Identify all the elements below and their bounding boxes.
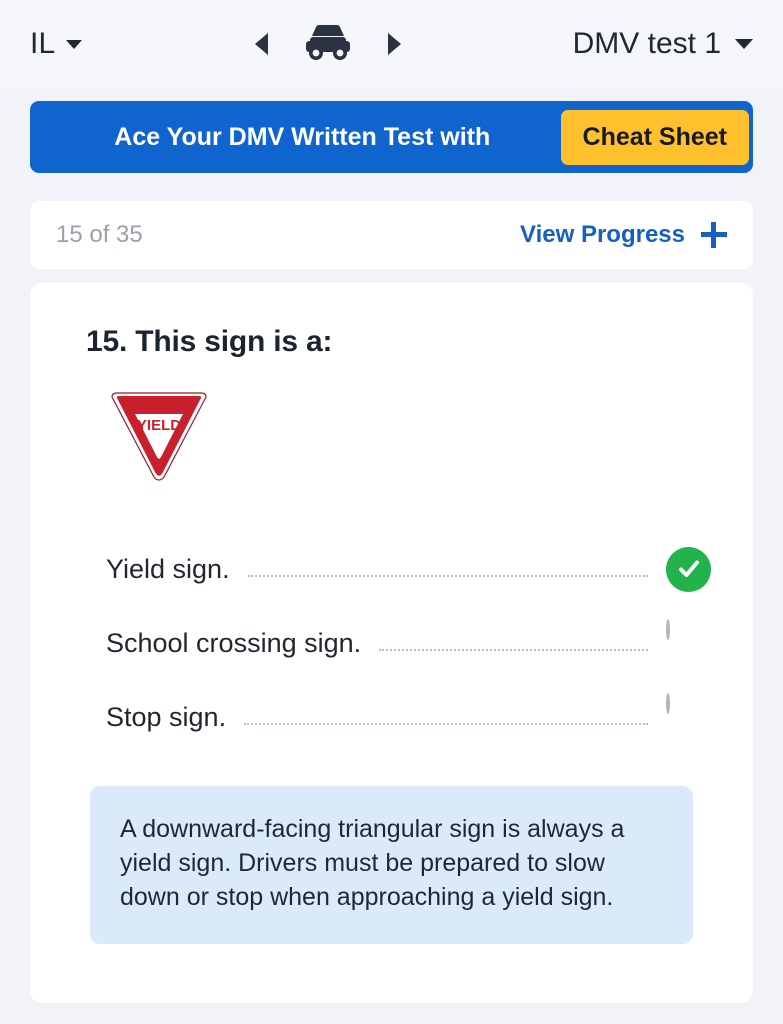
question-title: 15. This sign is a:: [86, 325, 333, 358]
test-selector[interactable]: DMV test 1: [573, 27, 753, 61]
answer-option-1[interactable]: Yield sign.: [106, 532, 711, 606]
arrow-left-icon[interactable]: [254, 33, 268, 55]
leader-line: [244, 723, 648, 725]
cheat-sheet-button[interactable]: Cheat Sheet: [560, 109, 749, 165]
question-nav: [82, 22, 572, 67]
yield-sign-text: YIELD: [137, 417, 181, 434]
yield-sign-image: YIELD: [104, 387, 723, 492]
promo-banner[interactable]: Ace Your DMV Written Test with Cheat She…: [30, 101, 753, 173]
radio-empty-icon[interactable]: [666, 618, 711, 666]
leader-line: [247, 575, 648, 577]
radio-empty-icon[interactable]: [666, 692, 711, 740]
view-progress-label: View Progress: [520, 221, 685, 248]
answer-label: School crossing sign.: [106, 627, 362, 658]
top-bar: IL DMV test 1: [0, 0, 783, 88]
state-label: IL: [30, 27, 56, 60]
arrow-right-icon[interactable]: [387, 33, 401, 55]
view-progress-button[interactable]: View Progress: [520, 221, 727, 249]
answer-option-2[interactable]: School crossing sign.: [106, 606, 711, 680]
leader-line: [379, 649, 648, 651]
answer-option-3[interactable]: Stop sign.: [106, 680, 711, 754]
test-label: DMV test 1: [572, 27, 721, 60]
progress-bar: 15 of 35 View Progress: [30, 201, 753, 269]
car-icon[interactable]: [296, 22, 360, 67]
explanation-box: A downward-facing triangular sign is alw…: [90, 786, 693, 944]
answer-label: Stop sign.: [106, 701, 227, 732]
answer-label: Yield sign.: [106, 553, 230, 584]
check-circle-icon[interactable]: [666, 546, 711, 592]
state-selector[interactable]: IL: [30, 27, 83, 61]
progress-count: 15 of 35: [56, 221, 143, 248]
chevron-down-icon: [66, 39, 83, 49]
question-card: 15. This sign is a: YIELD Yield sign. Sc…: [30, 283, 753, 1003]
explanation-text: A downward-facing triangular sign is alw…: [120, 815, 625, 911]
chevron-down-icon: [735, 39, 753, 49]
promo-banner-text: Ace Your DMV Written Test with: [114, 122, 491, 151]
plus-icon: [701, 222, 727, 248]
answer-list: Yield sign. School crossing sign. Stop s…: [60, 532, 723, 754]
